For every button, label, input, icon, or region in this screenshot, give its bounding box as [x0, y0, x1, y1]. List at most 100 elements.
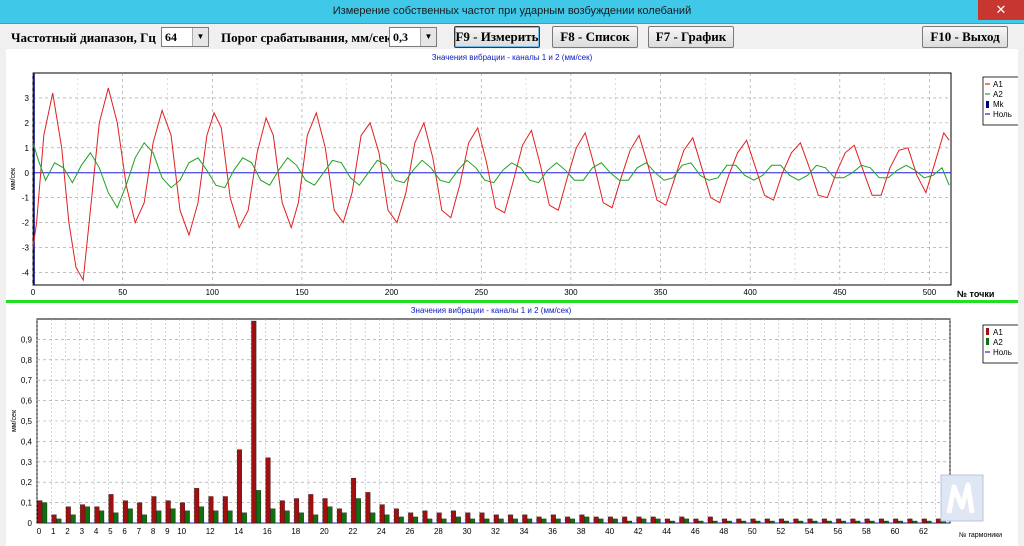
bar-a2 — [356, 498, 361, 524]
spectrum-chart: Значения вибрации - каналы 1 и 2 (мм/сек… — [11, 306, 1020, 539]
measure-button[interactable]: F9 - Измерить — [454, 26, 540, 48]
exit-button[interactable]: F10 - Выход — [922, 26, 1008, 48]
bar-a1 — [679, 516, 685, 524]
bar-a2 — [627, 520, 633, 524]
graph-button[interactable]: F7 - График — [648, 26, 734, 48]
y-tick-label: 0,2 — [21, 478, 33, 487]
time-chart-panel: Значения вибрации - каналы 1 и 2 (мм/сек… — [6, 49, 1020, 300]
bar-a2 — [56, 518, 62, 524]
x-tick-label: 1 — [51, 527, 56, 536]
y-tick-label: -2 — [22, 219, 30, 228]
bar-a1 — [593, 516, 599, 524]
y-tick-label: 0,9 — [21, 335, 33, 344]
bar-a2 — [641, 518, 647, 524]
bar-a1 — [779, 518, 785, 524]
x-tick-label: 12 — [206, 527, 215, 536]
bar-a2 — [184, 510, 190, 524]
bar-a2 — [926, 520, 932, 524]
bar-a1 — [465, 512, 471, 524]
app-logo — [940, 474, 984, 522]
bar-a1 — [208, 496, 214, 524]
bar-a2 — [284, 510, 290, 524]
chevron-down-icon[interactable]: ▼ — [420, 28, 436, 46]
bar-a2 — [798, 520, 804, 524]
bar-a2 — [384, 514, 390, 524]
bar-a1 — [108, 494, 114, 524]
legend-swatch — [986, 328, 989, 335]
bar-a1 — [165, 500, 171, 524]
bar-a1 — [322, 498, 328, 524]
bar-a1 — [707, 516, 713, 524]
bar-a2 — [598, 518, 604, 524]
legend-swatch — [986, 101, 989, 108]
bar-a2 — [841, 520, 846, 524]
y-tick-label: 0,3 — [21, 458, 33, 467]
x-tick-label: 0 — [37, 527, 42, 536]
bar-a1 — [793, 518, 799, 524]
bar-a1 — [893, 518, 899, 524]
y-tick-label: 0,8 — [21, 356, 33, 365]
y-tick-label: 0,6 — [21, 397, 33, 406]
y-tick-label: 0,4 — [21, 437, 33, 446]
x-tick-label: 32 — [491, 527, 500, 536]
time-signal-chart: Значения вибрации - каналы 1 и 2 (мм/сек… — [10, 53, 1020, 299]
bar-a2 — [826, 520, 832, 524]
bar-a1 — [237, 449, 242, 524]
freq-range-label: Частотный диапазон, Гц — [11, 30, 156, 45]
bar-a1 — [251, 320, 257, 524]
bar-a1 — [636, 516, 642, 524]
threshold-label: Порог срабатывания, мм/сек — [221, 30, 392, 45]
bar-a1 — [493, 514, 499, 524]
bar-a2 — [755, 520, 761, 524]
bar-a1 — [151, 496, 157, 524]
bar-a1 — [836, 518, 842, 524]
close-button[interactable]: ✕ — [978, 0, 1024, 20]
y-tick-label: 0,1 — [21, 499, 33, 508]
bar-a1 — [879, 518, 884, 524]
bar-a1 — [65, 506, 71, 524]
bar-a1 — [479, 512, 485, 524]
bar-a2 — [669, 520, 675, 524]
bar-a2 — [241, 512, 247, 524]
list-button[interactable]: F8 - Список — [552, 26, 638, 48]
bar-a1 — [650, 516, 656, 524]
bar-a1 — [94, 506, 100, 524]
freq-range-select[interactable]: 64 ▼ — [161, 27, 209, 47]
bar-a1 — [864, 518, 870, 524]
bar-a2 — [398, 516, 404, 524]
bar-a2 — [370, 512, 376, 524]
bar-a2 — [70, 514, 76, 524]
legend-label: A1 — [993, 80, 1003, 89]
bar-a1 — [408, 512, 414, 524]
x-tick-label: 46 — [691, 527, 700, 536]
bar-a2 — [270, 508, 276, 524]
legend-label: A2 — [993, 90, 1003, 99]
y-tick-label: 0 — [28, 519, 33, 528]
bar-a2 — [883, 520, 889, 524]
bar-a2 — [498, 518, 504, 524]
bar-a1 — [336, 508, 342, 524]
bar-a1 — [665, 518, 670, 524]
bar-a2 — [213, 510, 219, 524]
bar-a1 — [294, 498, 300, 524]
x-tick-label: 60 — [890, 527, 899, 536]
bar-a2 — [769, 520, 775, 524]
bar-a2 — [470, 518, 476, 524]
legend-label: Ноль — [993, 110, 1012, 119]
threshold-select[interactable]: 0,3 ▼ — [389, 27, 437, 47]
x-tick-label: 52 — [776, 527, 785, 536]
window-title: Измерение собственных частот при ударным… — [332, 5, 692, 17]
x-tick-label: 50 — [118, 288, 127, 297]
x-axis-label: № точки — [957, 289, 994, 299]
y-tick-label: 2 — [25, 119, 30, 128]
x-tick-label: 54 — [805, 527, 814, 536]
bar-a2 — [170, 508, 176, 524]
legend-label: Mk — [993, 100, 1005, 109]
legend-label: A1 — [993, 328, 1003, 337]
bar-a1 — [722, 518, 728, 524]
bar-a2 — [726, 520, 732, 524]
legend-swatch — [986, 338, 989, 345]
chevron-down-icon[interactable]: ▼ — [192, 28, 208, 46]
bar-a2 — [784, 520, 789, 524]
chart-title: Значения вибрации - каналы 1 и 2 (мм/сек… — [432, 53, 593, 62]
